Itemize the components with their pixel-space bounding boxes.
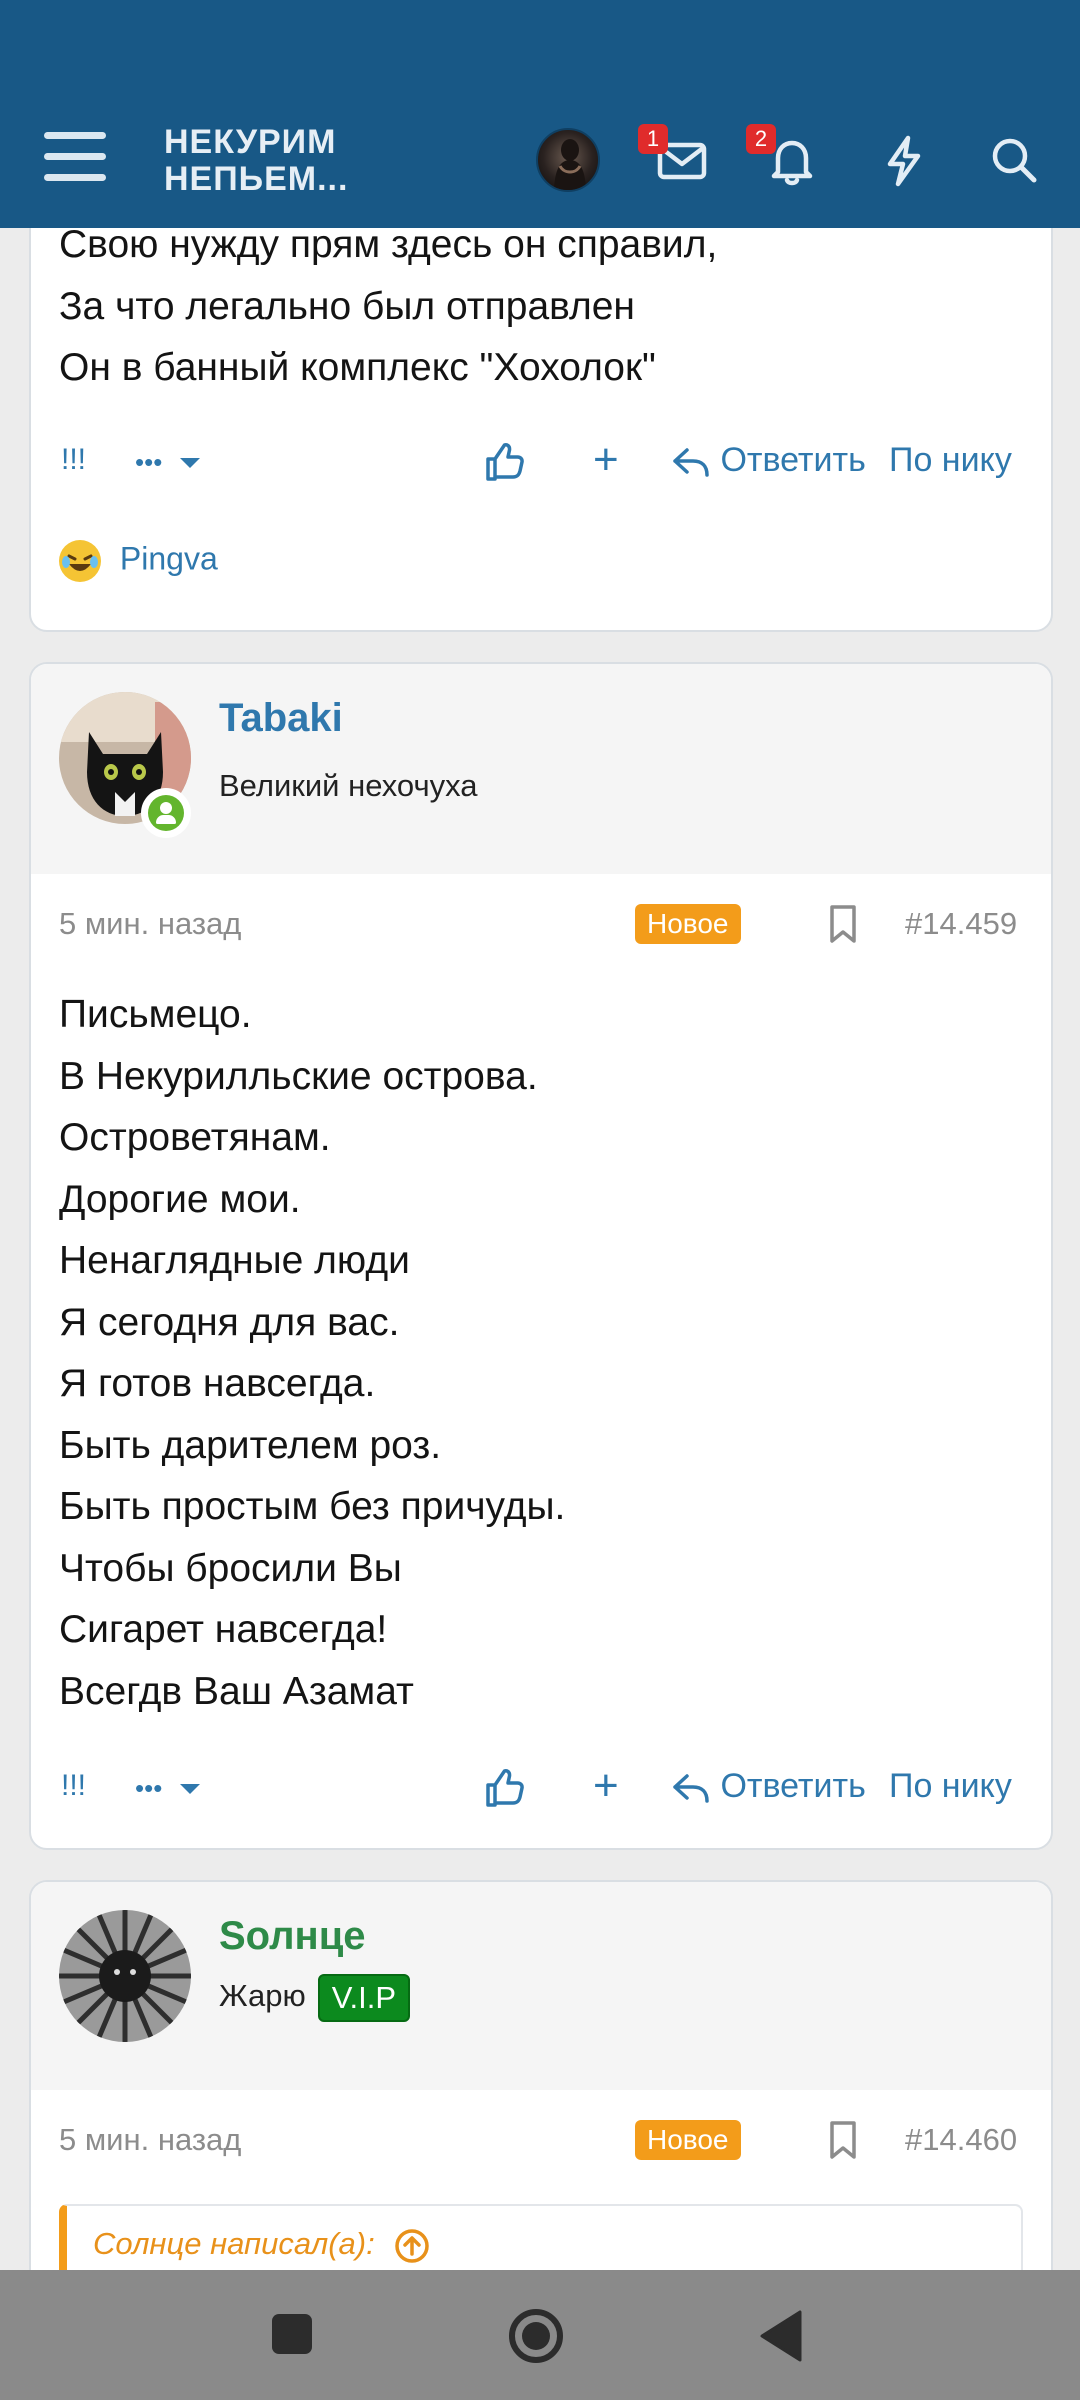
more-icon: •••	[135, 1773, 163, 1803]
post-line: За что легально был отправлен	[59, 284, 635, 328]
new-badge: Новое	[635, 904, 741, 944]
chevron-down-icon	[179, 458, 200, 469]
site-logo[interactable]: НЕКУРИМ НЕПЬЕМ...	[164, 124, 348, 198]
reply-button[interactable]: Ответить	[671, 1756, 866, 1816]
like-button[interactable]	[483, 1756, 525, 1816]
logo-line2: НЕПЬЕМ...	[164, 160, 349, 198]
add-reaction-button[interactable]: +	[593, 430, 619, 490]
post-line: Я готов навсегда.	[59, 1362, 376, 1405]
post-line: В Некурилльские острова.	[59, 1054, 538, 1098]
post-body: Письмецо. В Некурилльские острова. Остро…	[59, 984, 565, 1722]
reactions-summary[interactable]: Pingva	[59, 540, 218, 582]
post-line: Я сегодня для вас.	[59, 1300, 400, 1344]
post-number[interactable]: #14.459	[905, 906, 1017, 942]
reply-label: Ответить	[720, 1767, 866, 1805]
post-actions: !!! ••• + Ответить По нику	[31, 1756, 1051, 1816]
recent-apps-icon[interactable]	[270, 2312, 314, 2356]
bookmark-icon[interactable]	[827, 904, 859, 944]
system-navigation-bar	[0, 2270, 1080, 2400]
author-username[interactable]: Tabaki	[219, 696, 343, 741]
post-card-tabaki: Tabaki Великий нехочуха 5 мин. назад Нов…	[29, 662, 1053, 1850]
post-body: Свою нужду прям здесь он справил, За что…	[59, 214, 717, 399]
post-actions: !!! ••• + Ответить По нику	[31, 430, 1051, 490]
add-reaction-button[interactable]: +	[593, 1756, 619, 1816]
thumbs-up-icon	[486, 443, 524, 481]
arrow-up-circle-icon[interactable]	[393, 2227, 431, 2265]
reply-icon	[673, 448, 709, 477]
author-username[interactable]: Sолнце	[219, 1914, 366, 1959]
report-link[interactable]: !!!	[61, 1756, 86, 1816]
author-title: Великий нехочуха	[219, 768, 478, 803]
post-number[interactable]: #14.460	[905, 2122, 1017, 2158]
post-line: Ненаглядные люди	[59, 1239, 410, 1282]
alerts-count-badge: 2	[746, 124, 776, 154]
post-line: Он в банный комплекс "Хохолок"	[59, 346, 656, 389]
post-line: Чтобы бросили Вы	[59, 1546, 402, 1590]
post-time[interactable]: 5 мин. назад	[59, 906, 241, 942]
account-avatar[interactable]	[536, 128, 600, 192]
quote-author: Солнце написал(а):	[93, 2226, 375, 2261]
thumbs-up-icon	[486, 1769, 524, 1807]
like-button[interactable]	[483, 430, 525, 490]
more-menu[interactable]: •••	[135, 1756, 202, 1818]
post-line: Островетянам.	[59, 1116, 331, 1159]
vip-badge: V.I.P	[317, 1974, 411, 2022]
post-line: Быть дарителем роз.	[59, 1423, 442, 1467]
bookmark-icon[interactable]	[827, 2120, 859, 2160]
search-icon[interactable]	[984, 130, 1044, 190]
online-status-icon	[141, 788, 191, 838]
report-link[interactable]: !!!	[61, 430, 86, 490]
post-line: Быть простым без причуды.	[59, 1485, 566, 1528]
reply-label: Ответить	[720, 441, 866, 479]
reply-icon	[673, 1774, 709, 1803]
more-icon: •••	[135, 447, 163, 477]
quote-by-nick-link[interactable]: По нику	[889, 430, 1012, 490]
logo-line1: НЕКУРИМ	[164, 123, 337, 161]
reply-button[interactable]: Ответить	[671, 430, 866, 490]
chevron-down-icon	[179, 1784, 200, 1795]
more-menu[interactable]: •••	[135, 430, 202, 492]
top-app-bar: НЕКУРИМ НЕПЬЕМ... 1 2	[0, 0, 1080, 228]
reaction-user: Pingva	[119, 540, 218, 577]
author-avatar[interactable]	[59, 1910, 191, 2042]
post-line: Сигарет навсегда!	[59, 1608, 388, 1651]
post-line: Дорогие мои.	[59, 1177, 301, 1221]
lightning-icon[interactable]	[874, 130, 934, 190]
menu-icon[interactable]	[44, 132, 106, 182]
author-title: Жарю	[219, 1978, 306, 2014]
new-badge: Новое	[635, 2120, 741, 2160]
laughing-emoji-icon	[59, 540, 101, 582]
author-title-row: Жарю V.I.P	[219, 1974, 411, 2022]
post-line: Письмецо.	[59, 993, 252, 1036]
post-card-previous: Свою нужду прям здесь он справил, За что…	[29, 180, 1053, 632]
back-icon[interactable]	[758, 2310, 806, 2362]
messages-count-badge: 1	[638, 124, 668, 154]
quote-author-link[interactable]: Солнце написал(а):	[93, 2226, 431, 2265]
quote-by-nick-link[interactable]: По нику	[889, 1756, 1012, 1816]
post-time[interactable]: 5 мин. назад	[59, 2122, 241, 2158]
home-icon[interactable]	[508, 2308, 564, 2364]
post-line: Всегдв Ваш Азамат	[59, 1669, 414, 1713]
